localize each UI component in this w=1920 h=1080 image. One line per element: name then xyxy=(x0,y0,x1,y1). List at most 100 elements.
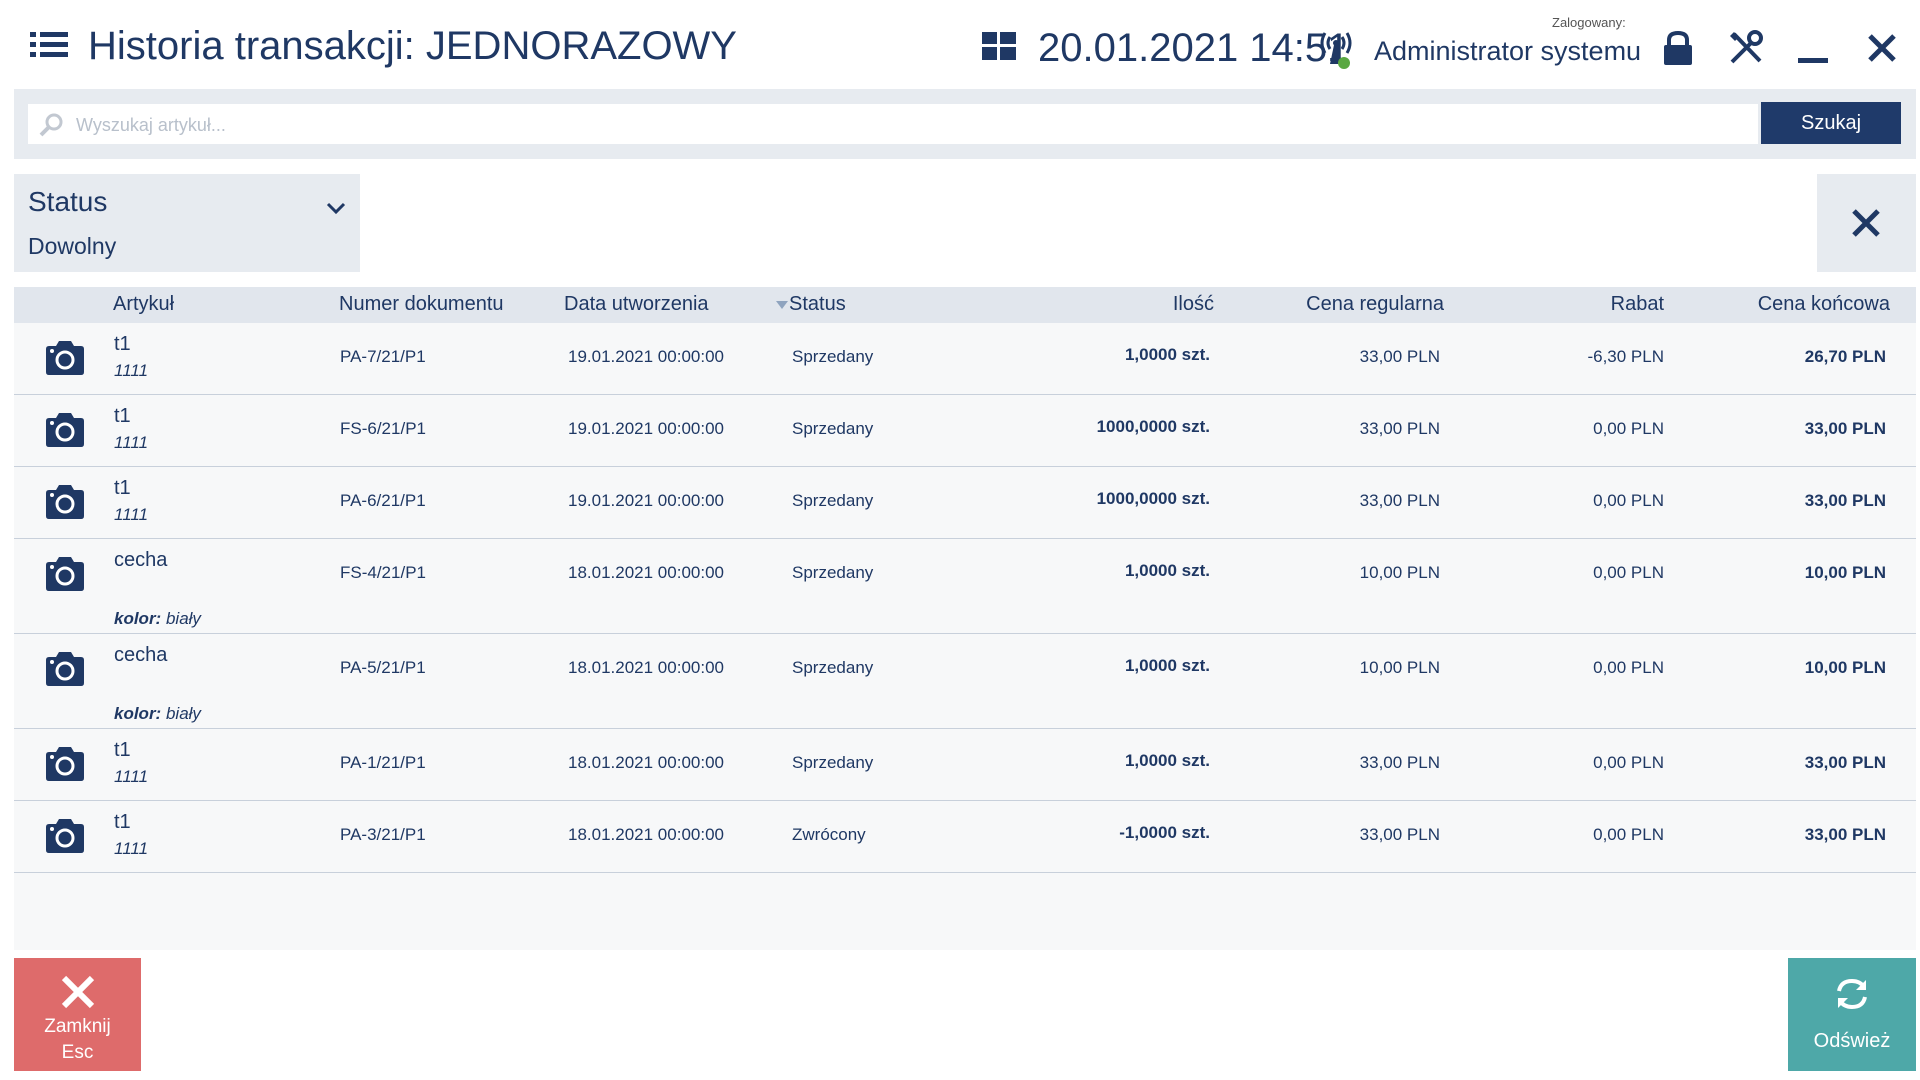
refresh-icon xyxy=(1837,978,1867,1010)
close-button-shortcut: Esc xyxy=(61,1042,94,1063)
final-price: 33,00 PLN xyxy=(1804,753,1886,772)
document-number: FS-4/21/P1 xyxy=(340,563,426,582)
camera-icon xyxy=(46,485,84,519)
quantity: 1,0000 szt. xyxy=(1124,561,1210,580)
chevron-down-icon xyxy=(326,202,346,215)
article-name: t1 xyxy=(114,333,131,355)
table-row[interactable]: t1 1111 FS-6/21/P1 19.01.2021 00:00:00 S… xyxy=(14,395,1916,467)
close-button-label: Zamknij xyxy=(44,1016,111,1037)
camera-icon xyxy=(46,557,84,591)
article-code: 1111 xyxy=(114,433,149,452)
table-row[interactable]: cecha kolor: biały PA-5/21/P1 18.01.2021… xyxy=(14,634,1916,729)
quantity: 1000,0000 szt. xyxy=(1096,417,1210,436)
article-name: cecha xyxy=(114,549,168,571)
search-button[interactable]: Szukaj xyxy=(1761,102,1901,144)
feature-key: kolor: xyxy=(114,704,162,723)
document-number: PA-1/21/P1 xyxy=(340,753,426,772)
signal-icon xyxy=(1320,32,1352,69)
created-date: 19.01.2021 00:00:00 xyxy=(568,491,724,510)
regular-price: 33,00 PLN xyxy=(1359,491,1440,510)
clear-filter-button[interactable] xyxy=(1817,174,1916,272)
col-ilosc[interactable]: Ilość xyxy=(1014,293,1214,316)
col-numer-dokumentu[interactable]: Numer dokumentu xyxy=(339,293,504,316)
article-code: 1111 xyxy=(114,505,149,524)
article-feature: kolor: biały xyxy=(114,704,201,724)
article-name: t1 xyxy=(114,405,131,427)
logged-in-label: Zalogowany: xyxy=(1552,15,1626,30)
article-code: 1111 xyxy=(114,361,149,380)
refresh-button-label: Odśwież xyxy=(1813,1030,1891,1052)
close-icon xyxy=(1852,209,1880,237)
col-status[interactable]: Status xyxy=(789,293,846,316)
article-name: t1 xyxy=(114,811,131,833)
table-row[interactable]: t1 1111 PA-7/21/P1 19.01.2021 00:00:00 S… xyxy=(14,323,1916,395)
final-price: 33,00 PLN xyxy=(1804,825,1886,844)
discount: 0,00 PLN xyxy=(1593,563,1664,582)
table-row[interactable]: t1 1111 PA-6/21/P1 19.01.2021 00:00:00 S… xyxy=(14,467,1916,539)
status: Sprzedany xyxy=(792,563,874,582)
search-bar: Szukaj xyxy=(14,89,1916,159)
refresh-button[interactable]: Odśwież xyxy=(1788,958,1916,1071)
status: Sprzedany xyxy=(792,347,874,366)
regular-price: 33,00 PLN xyxy=(1359,347,1440,366)
final-price: 33,00 PLN xyxy=(1804,491,1886,510)
search-field[interactable] xyxy=(28,104,1758,146)
final-price: 10,00 PLN xyxy=(1804,658,1886,677)
lock-icon[interactable] xyxy=(1658,28,1698,68)
regular-price: 10,00 PLN xyxy=(1359,658,1440,677)
col-cena-regularna[interactable]: Cena regularna xyxy=(1214,293,1444,316)
discount: 0,00 PLN xyxy=(1593,658,1664,677)
col-rabat[interactable]: Rabat xyxy=(1464,293,1664,316)
article-code: 1111 xyxy=(114,839,149,858)
created-date: 18.01.2021 00:00:00 xyxy=(568,658,724,677)
camera-icon xyxy=(46,747,84,781)
col-cena-koncowa[interactable]: Cena końcowa xyxy=(1664,293,1890,316)
search-input[interactable] xyxy=(74,104,1748,146)
created-date: 19.01.2021 00:00:00 xyxy=(568,419,724,438)
article-name: t1 xyxy=(114,477,131,499)
close-icon[interactable] xyxy=(1862,28,1902,68)
menu-icon[interactable] xyxy=(30,30,68,60)
discount: 0,00 PLN xyxy=(1593,419,1664,438)
article-code: 1111 xyxy=(114,767,149,786)
tools-icon[interactable] xyxy=(1726,28,1766,68)
tiles-icon[interactable] xyxy=(982,32,1016,60)
col-data-utworzenia[interactable]: Data utworzenia xyxy=(564,293,709,316)
article-feature: kolor: biały xyxy=(114,609,201,629)
app-header: Historia transakcji: JEDNORAZOWY 20.01.2… xyxy=(0,0,1920,88)
regular-price: 33,00 PLN xyxy=(1359,753,1440,772)
status: Sprzedany xyxy=(792,753,874,772)
camera-icon xyxy=(46,413,84,447)
created-date: 19.01.2021 00:00:00 xyxy=(568,347,724,366)
minimize-icon[interactable] xyxy=(1794,28,1834,68)
discount: 0,00 PLN xyxy=(1593,825,1664,844)
close-button[interactable]: Zamknij Esc xyxy=(14,958,141,1071)
created-date: 18.01.2021 00:00:00 xyxy=(568,825,724,844)
document-number: PA-3/21/P1 xyxy=(340,825,426,844)
final-price: 26,70 PLN xyxy=(1804,347,1886,366)
document-number: PA-5/21/P1 xyxy=(340,658,426,677)
regular-price: 10,00 PLN xyxy=(1359,563,1440,582)
filter-label: Status xyxy=(28,186,108,217)
table-row[interactable]: t1 1111 PA-3/21/P1 18.01.2021 00:00:00 Z… xyxy=(14,801,1916,873)
camera-icon xyxy=(46,341,84,375)
status: Zwrócony xyxy=(792,825,866,844)
table-row[interactable]: cecha kolor: biały FS-4/21/P1 18.01.2021… xyxy=(14,539,1916,634)
sort-desc-icon xyxy=(776,301,788,309)
created-date: 18.01.2021 00:00:00 xyxy=(568,753,724,772)
status: Sprzedany xyxy=(792,658,874,677)
quantity: 1,0000 szt. xyxy=(1124,345,1210,364)
feature-value: biały xyxy=(161,704,201,723)
close-icon xyxy=(61,975,95,1009)
table-row[interactable]: t1 1111 PA-1/21/P1 18.01.2021 00:00:00 S… xyxy=(14,729,1916,801)
search-icon xyxy=(39,113,63,137)
camera-icon xyxy=(46,652,84,686)
article-name: t1 xyxy=(114,739,131,761)
col-artykul[interactable]: Artykuł xyxy=(113,293,174,316)
status-filter[interactable]: Status Dowolny xyxy=(14,174,360,272)
status: Sprzedany xyxy=(792,419,874,438)
page-title: Historia transakcji: JEDNORAZOWY xyxy=(88,24,737,68)
article-name: cecha xyxy=(114,644,168,666)
quantity: -1,0000 szt. xyxy=(1119,823,1210,842)
quantity: 1000,0000 szt. xyxy=(1096,489,1210,508)
